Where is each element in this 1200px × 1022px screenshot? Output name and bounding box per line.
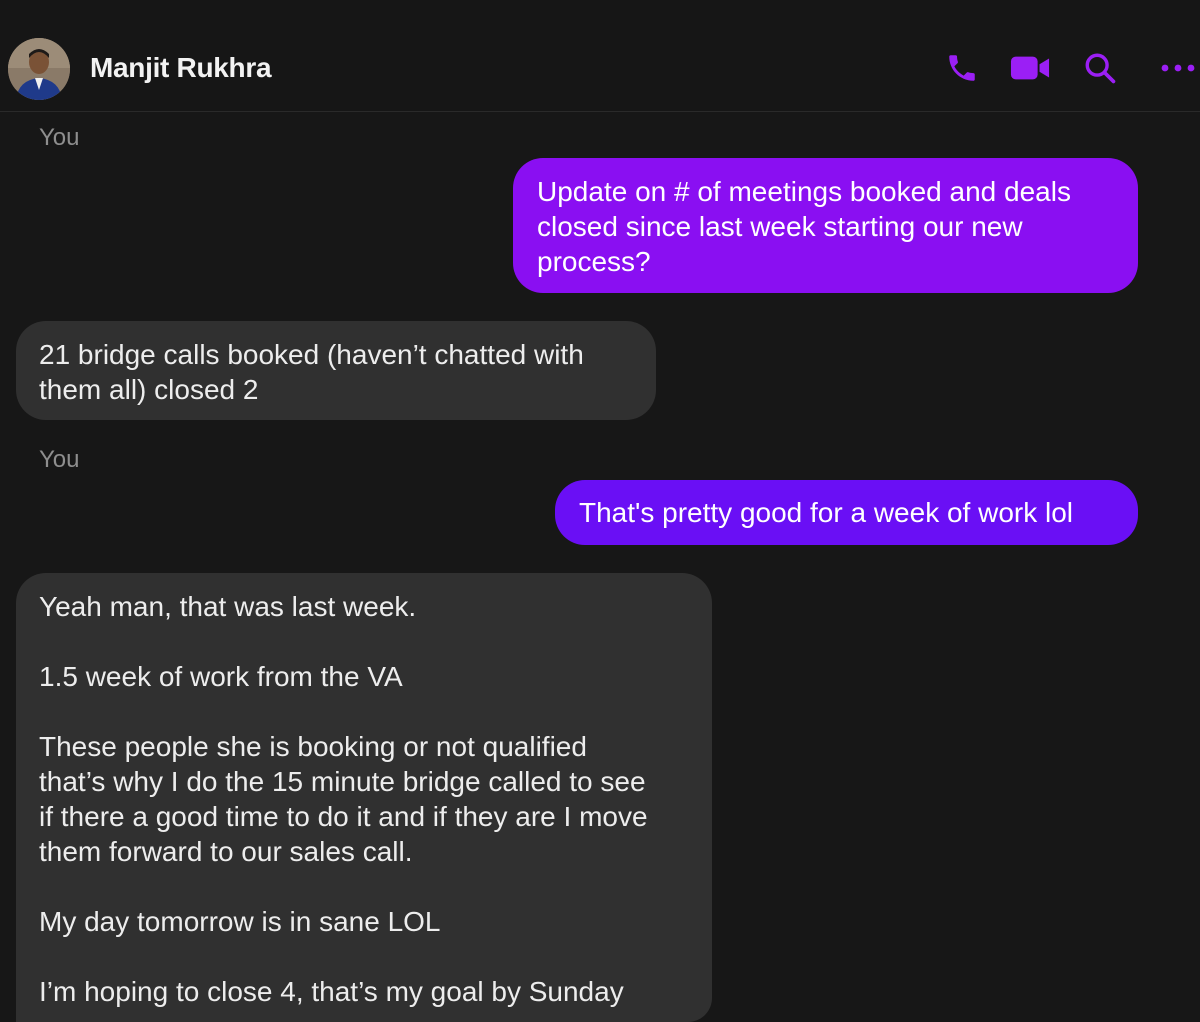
conversation-header: Manjit Rukhra [0,0,1200,112]
avatar[interactable] [8,38,70,100]
contact-name[interactable]: Manjit Rukhra [90,52,272,84]
outgoing-message-bubble[interactable]: That's pretty good for a week of work lo… [555,480,1138,545]
message-thread[interactable]: You Update on # of meetings booked and d… [0,112,1200,1022]
incoming-message-bubble[interactable]: 21 bridge calls booked (haven’t chatted … [16,321,656,420]
sender-label: You [39,124,80,151]
avatar-image [8,38,70,100]
video-camera-icon[interactable] [1010,48,1050,88]
incoming-message-bubble[interactable]: Yeah man, that was last week. 1.5 week o… [16,573,712,1022]
outgoing-message-bubble[interactable]: Update on # of meetings booked and deals… [513,158,1138,293]
sender-label: You [39,446,80,473]
phone-icon[interactable] [942,48,982,88]
search-icon[interactable] [1080,48,1120,88]
more-options-icon[interactable] [1158,48,1198,88]
